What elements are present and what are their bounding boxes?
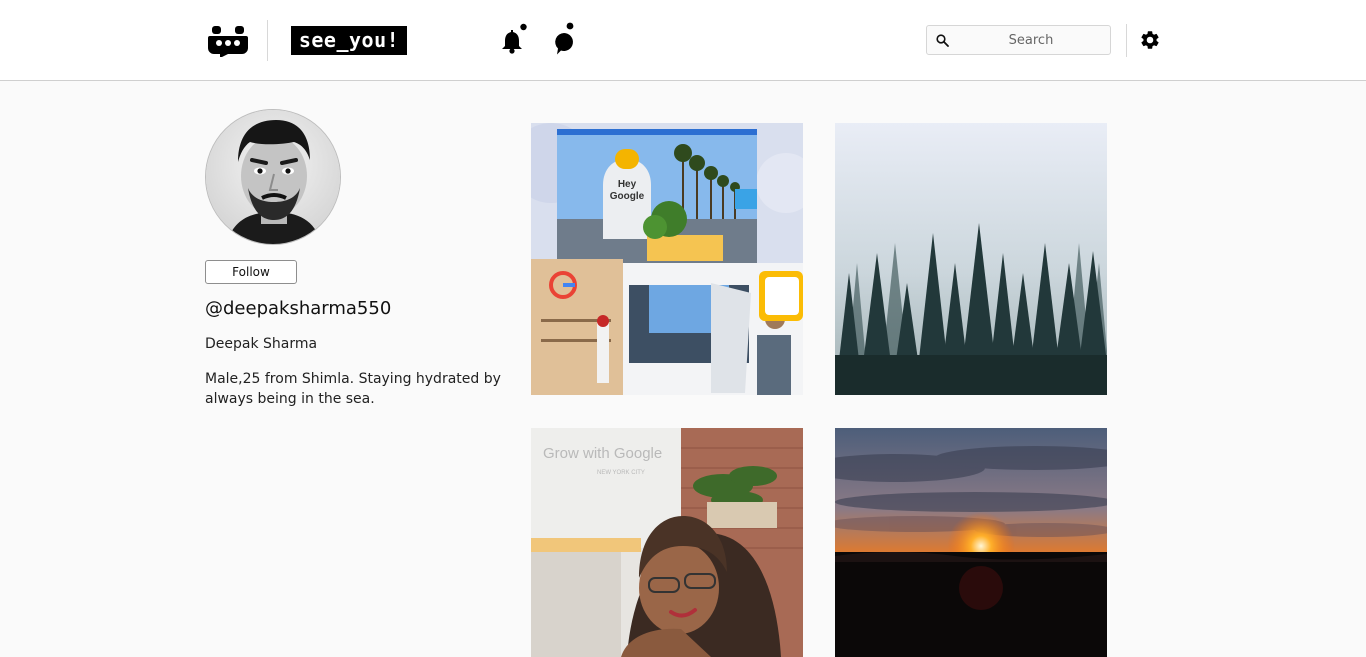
follow-button[interactable]: Follow xyxy=(205,260,297,284)
post-image-text: NEW YORK CITY xyxy=(597,470,645,476)
search-box[interactable] xyxy=(926,25,1111,55)
notifications-bell-icon[interactable] xyxy=(500,22,530,54)
profile-avatar[interactable] xyxy=(205,109,341,245)
header-divider xyxy=(1126,24,1127,57)
app-logo-icon[interactable] xyxy=(208,24,248,57)
messages-bubble-icon[interactable] xyxy=(552,22,578,56)
post-image-grow-with-google: Grow with Google NEW YORK CITY xyxy=(531,428,803,657)
header-divider xyxy=(267,20,268,61)
profile-full-name: Deepak Sharma xyxy=(205,336,318,352)
settings-gear-icon[interactable] xyxy=(1139,29,1161,51)
post-thumbnail[interactable]: Hey Google xyxy=(531,123,803,395)
profile-bio: Male,25 from Shimla. Staying hydrated by… xyxy=(205,371,501,407)
avatar-photo xyxy=(206,110,340,244)
search-icon xyxy=(936,34,949,47)
post-thumbnail[interactable] xyxy=(835,123,1107,395)
profile-handle: @deepaksharma550 xyxy=(205,298,392,319)
post-thumbnail[interactable] xyxy=(835,428,1107,657)
post-thumbnail[interactable]: Grow with Google NEW YORK CITY xyxy=(531,428,803,657)
search-input[interactable] xyxy=(953,26,1109,54)
post-image-sunset xyxy=(835,428,1107,657)
post-image-text: Hey xyxy=(618,179,637,190)
post-image-text: Google xyxy=(610,191,645,202)
post-image-google-io-collage: Hey Google xyxy=(531,123,803,395)
post-image-text: Grow with Google xyxy=(543,445,662,462)
top-navigation-bar: see_you! xyxy=(0,0,1366,81)
brand-wordmark[interactable]: see_you! xyxy=(291,26,407,55)
post-image-misty-forest xyxy=(835,123,1107,395)
